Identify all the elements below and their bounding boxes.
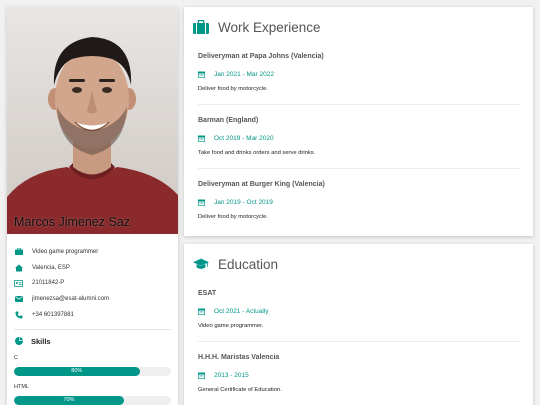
profile-name: Marcos Jimenez Saz — [14, 215, 131, 229]
entry-date: Jan 2019 - Oct 2019 — [198, 194, 519, 211]
skill-name: HTML — [14, 383, 29, 390]
education-entry: ESAT Oct 2021 - Actually Video game prog… — [198, 284, 519, 333]
work-entry: Barman (England) Oct 2019 - Mar 2020 Tak… — [198, 111, 519, 160]
info-row-location: Valencia, ESP — [14, 260, 171, 276]
briefcase-icon — [14, 247, 23, 256]
divider — [14, 328, 171, 330]
entry-role: ESAT — [198, 290, 217, 297]
entry-role: Barman (England) — [198, 117, 259, 124]
entry-desc: Video game programmer. — [198, 323, 264, 329]
education-card: Education ESAT Oct 2021 - Actually Video… — [184, 244, 533, 405]
calendar-icon — [198, 135, 206, 143]
phone-icon — [14, 311, 23, 320]
skill-bar-fill: 80% — [14, 366, 140, 376]
calendar-icon — [198, 308, 206, 316]
contact-info: Video game programmer Valencia, ESP 2101… — [7, 234, 178, 405]
work-title: Work Experience — [218, 19, 321, 35]
info-row-phone[interactable]: +34 601397881 — [14, 307, 171, 323]
info-row-email[interactable]: jimenezsa@esat-alumni.com — [14, 291, 171, 307]
entry-date-text: 2013 - 2015 — [214, 372, 249, 379]
skill-bar: 70% — [14, 395, 171, 405]
entry-date: Oct 2021 - Actually — [198, 303, 519, 320]
info-row-id: 21011842-P — [14, 276, 171, 292]
entry-date-text: Oct 2019 - Mar 2020 — [214, 135, 274, 142]
entry-date: Jan 2021 - Mar 2022 — [198, 66, 519, 83]
id-card-icon — [14, 279, 23, 288]
divider — [198, 341, 519, 342]
entry-role: Deliveryman at Papa Johns (Valencia) — [198, 53, 324, 60]
education-entry: H.H.H. Maristas Valencia 2013 - 2015 Gen… — [198, 348, 519, 397]
profile-photo: Marcos Jimenez Saz — [7, 7, 178, 234]
entry-date: 2013 - 2015 — [198, 367, 519, 384]
home-icon — [14, 263, 23, 272]
divider — [198, 168, 519, 169]
entry-date-text: Oct 2021 - Actually — [214, 308, 269, 315]
skill-bar: 80% — [14, 366, 171, 376]
education-title: Education — [218, 256, 279, 272]
info-row-job: Video game programmer — [14, 244, 171, 260]
divider — [198, 104, 519, 105]
education-heading: Education — [184, 244, 533, 284]
info-phone[interactable]: +34 601397881 — [32, 312, 74, 318]
info-location: Valencia, ESP — [32, 264, 70, 271]
skills-title: Skills — [31, 336, 51, 346]
calendar-icon — [198, 199, 206, 207]
calendar-icon — [198, 71, 206, 79]
entry-date-text: Jan 2019 - Oct 2019 — [214, 199, 273, 206]
entry-role: H.H.H. Maristas Valencia — [198, 354, 280, 361]
skill-bar-fill: 70% — [14, 395, 124, 405]
entry-desc: Deliver food by motorcycle. — [198, 86, 268, 92]
info-job: Video game programmer — [32, 248, 99, 255]
entry-desc: General Certificate of Education. — [198, 387, 282, 393]
work-entry: Deliveryman at Papa Johns (Valencia) Jan… — [198, 47, 519, 96]
pie-chart-icon — [14, 337, 23, 346]
entry-date: Oct 2019 - Mar 2020 — [198, 130, 519, 147]
info-id: 21011842-P — [32, 280, 65, 287]
calendar-icon — [198, 372, 206, 380]
work-experience-card: Work Experience Deliveryman at Papa John… — [184, 7, 533, 236]
entry-desc: Deliver food by motorcycle. — [198, 214, 268, 220]
entry-date-text: Jan 2021 - Mar 2022 — [214, 71, 274, 78]
graduation-cap-icon — [193, 256, 209, 272]
info-email[interactable]: jimenezsa@esat-alumni.com — [32, 296, 109, 302]
work-heading: Work Experience — [184, 7, 533, 47]
profile-card: Marcos Jimenez Saz Video game programmer… — [7, 7, 178, 405]
entry-role: Deliveryman at Burger King (Valencia) — [198, 181, 325, 188]
envelope-icon — [14, 295, 23, 304]
suitcase-icon — [193, 19, 209, 35]
skill-name: C — [14, 354, 18, 361]
skills-heading: Skills — [14, 337, 171, 346]
work-entry: Deliveryman at Burger King (Valencia) Ja… — [198, 175, 519, 224]
entry-desc: Take food and drinks orders and serve dr… — [198, 150, 316, 156]
